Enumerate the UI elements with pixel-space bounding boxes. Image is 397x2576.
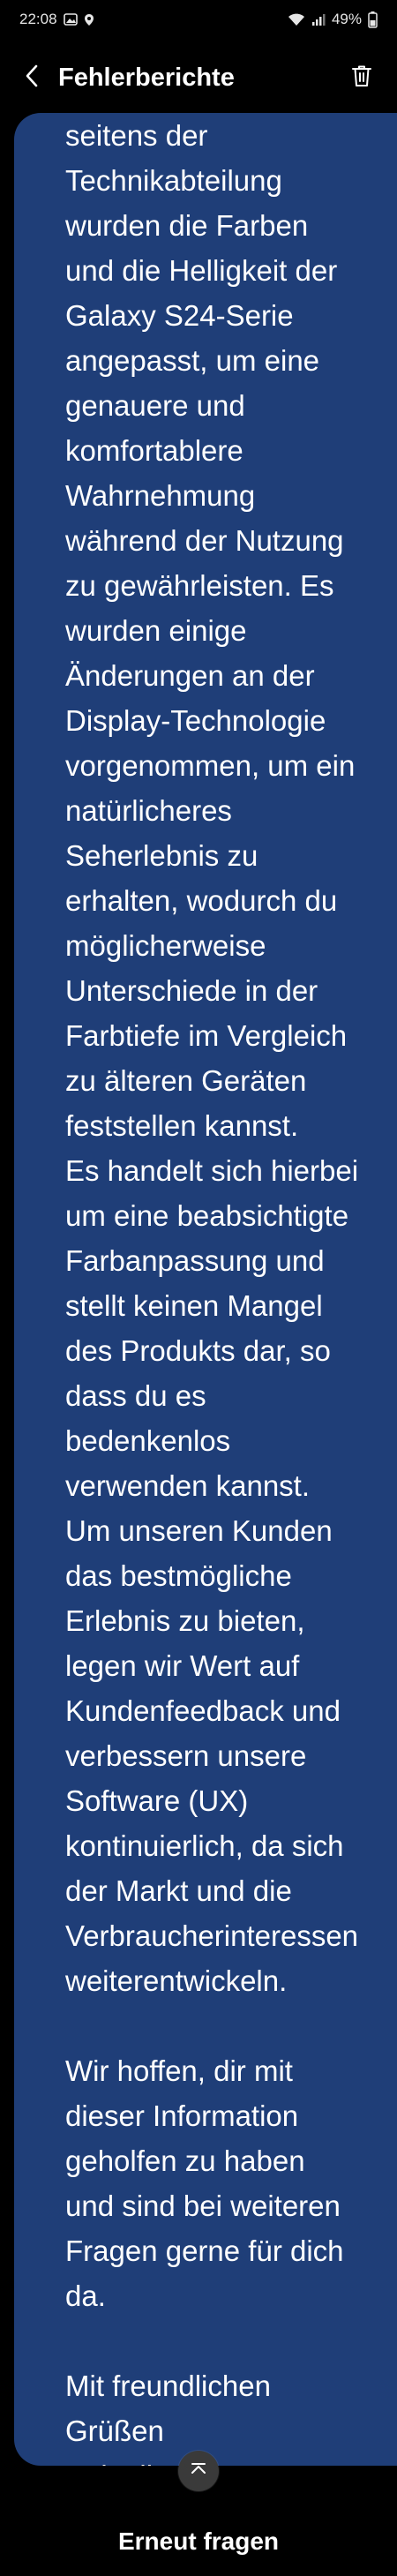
message-bubble: seitens der Technikabteilung wurden die … (14, 113, 397, 2466)
page-title: Fehlerberichte (58, 63, 235, 92)
status-right: 49% (288, 11, 378, 28)
scroll-to-top-button[interactable] (178, 2451, 219, 2491)
battery-icon (368, 11, 378, 28)
chevron-left-icon (25, 64, 39, 92)
back-button[interactable] (14, 60, 49, 95)
status-left: 22:08 (19, 11, 94, 28)
screen: 22:08 49% Fehlerberichte seitens der Tec… (0, 0, 397, 2576)
status-time: 22:08 (19, 11, 57, 27)
message-text: seitens der Technikabteilung wurden die … (65, 119, 359, 2466)
gallery-notification-icon (63, 13, 78, 26)
chevron-up-icon (189, 2461, 208, 2482)
wifi-icon (288, 13, 305, 26)
retry-button[interactable]: Erneut fragen (92, 2519, 305, 2565)
trash-icon (352, 64, 371, 92)
delete-button[interactable] (344, 60, 379, 95)
app-bar: Fehlerberichte (0, 46, 397, 109)
signal-icon (311, 13, 326, 26)
location-notification-icon (84, 13, 94, 26)
status-bar: 22:08 49% (0, 0, 397, 39)
battery-percentage: 49% (331, 11, 362, 27)
bottom-bar: Erneut fragen (0, 2506, 397, 2576)
